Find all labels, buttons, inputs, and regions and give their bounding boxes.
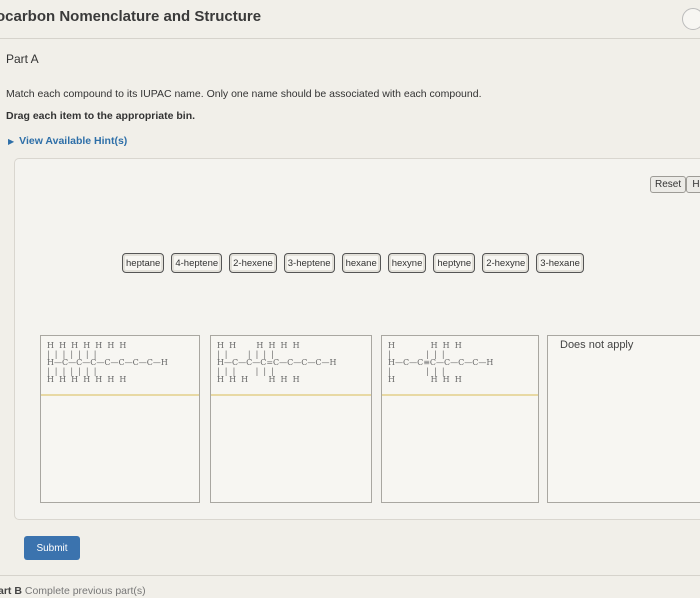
- view-hints-label: View Available Hint(s): [19, 135, 128, 147]
- item-3-heptene[interactable]: 3-heptene: [283, 253, 335, 273]
- reset-button[interactable]: Reset: [650, 176, 687, 193]
- item-3-hexane[interactable]: 3-hexane: [536, 253, 584, 273]
- drag-instruction: Drag each item to the appropriate bin.: [6, 110, 196, 122]
- instruction-text: Match each compound to its IUPAC name. O…: [6, 88, 482, 100]
- submit-button[interactable]: Submit: [24, 536, 80, 560]
- item-pool: heptane 4-heptene 2-hexene 3-heptene hex…: [122, 253, 584, 273]
- structure-hexyne-diagram: H H H H | | | | H—C—C≡C—C—C—C—H | | | | …: [382, 336, 538, 396]
- part-a-label: Part A: [6, 52, 39, 66]
- bin-structure-1[interactable]: H H H H H H H | | | | | | | H—C—C—C—C—C—…: [40, 335, 200, 503]
- part-b-label: art B: [0, 585, 22, 597]
- does-not-apply-label: Does not apply: [560, 339, 634, 351]
- bin-structure-3[interactable]: H H H H | | | | H—C—C≡C—C—C—C—H | | | | …: [381, 335, 539, 503]
- part-b-header: art B Complete previous part(s): [0, 585, 146, 597]
- close-icon[interactable]: [682, 8, 700, 30]
- help-button[interactable]: H: [686, 176, 700, 193]
- bin-does-not-apply[interactable]: Does not apply: [547, 335, 700, 503]
- item-heptane[interactable]: heptane: [122, 253, 165, 273]
- item-4-heptene[interactable]: 4-heptene: [171, 253, 223, 273]
- view-hints-link[interactable]: ▶ View Available Hint(s): [8, 135, 127, 147]
- item-2-hexene[interactable]: 2-hexene: [229, 253, 277, 273]
- structure-heptane-diagram: H H H H H H H | | | | | | | H—C—C—C—C—C—…: [41, 336, 199, 396]
- item-heptyne[interactable]: heptyne: [433, 253, 476, 273]
- triangle-right-icon: ▶: [8, 137, 15, 146]
- divider: [0, 575, 700, 576]
- bin-structure-2[interactable]: H H H H H H | | | | | | H—C—C—C=C—C—C—C—…: [210, 335, 372, 503]
- item-hexyne[interactable]: hexyne: [387, 253, 427, 273]
- structure-heptene-diagram: H H H H H H | | | | | | H—C—C—C=C—C—C—C—…: [211, 336, 371, 396]
- item-hexane[interactable]: hexane: [341, 253, 381, 273]
- divider: [0, 38, 700, 39]
- item-2-hexyne[interactable]: 2-hexyne: [482, 253, 530, 273]
- part-b-status: Complete previous part(s): [24, 585, 146, 597]
- page-title: ocarbon Nomenclature and Structure: [0, 8, 262, 25]
